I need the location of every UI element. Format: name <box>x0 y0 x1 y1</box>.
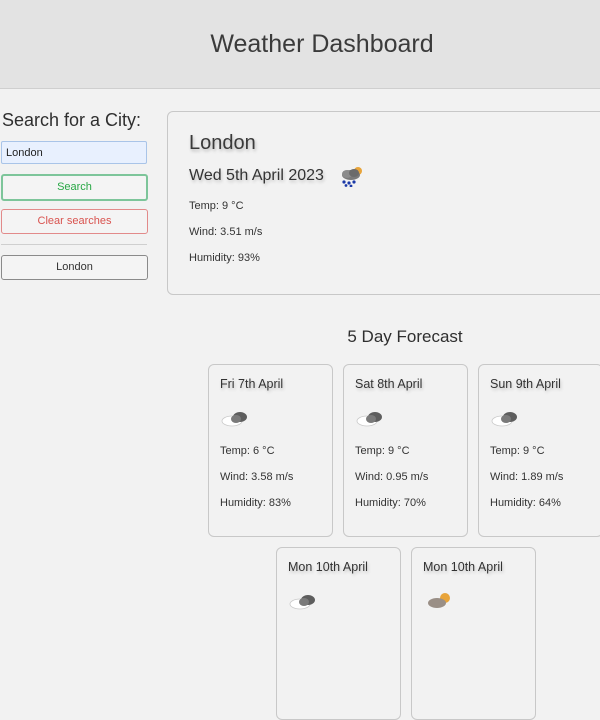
current-wind: Wind: 3.51 m/s <box>189 226 263 238</box>
sun-cloud-icon <box>428 593 450 608</box>
cloud-icon <box>289 595 315 610</box>
search-button[interactable]: Search <box>1 174 148 201</box>
forecast-card: Sun 9th April Temp: 9 °C Wind: 1.89 m/s … <box>478 364 600 537</box>
city-search-input[interactable] <box>1 141 147 164</box>
forecast-date: Sat 8th April <box>355 377 423 391</box>
clear-searches-button[interactable]: Clear searches <box>1 209 148 234</box>
forecast-temp: Temp: 6 °C <box>220 445 275 457</box>
forecast-humidity: Humidity: 70% <box>355 497 426 509</box>
forecast-humidity: Humidity: 64% <box>490 497 561 509</box>
page-title: Weather Dashboard <box>210 29 434 58</box>
forecast-temp: Temp: 9 °C <box>490 445 545 457</box>
current-weather-card: London Wed 5th April 2023 Temp: 9 °C Win… <box>167 111 600 295</box>
forecast-wind: Wind: 0.95 m/s <box>355 471 429 483</box>
cloud-icon <box>221 412 247 427</box>
current-date: Wed 5th April 2023 <box>189 167 324 184</box>
page-header: Weather Dashboard <box>0 0 600 89</box>
current-date-row: Wed 5th April 2023 <box>189 165 591 187</box>
forecast-card: Mon 10th April <box>411 547 536 720</box>
current-temp: Temp: 9 °C <box>189 200 244 212</box>
forecast-card: Sat 8th April Temp: 9 °C Wind: 0.95 m/s … <box>343 364 468 537</box>
forecast-card: Mon 10th April <box>276 547 401 720</box>
forecast-title: 5 Day Forecast <box>347 327 463 346</box>
cloud-icon <box>491 412 517 427</box>
forecast-wind: Wind: 3.58 m/s <box>220 471 294 483</box>
divider <box>1 244 147 245</box>
forecast-date: Sun 9th April <box>490 377 561 391</box>
forecast-date: Fri 7th April <box>220 377 284 391</box>
forecast-date: Mon 10th April <box>423 560 503 574</box>
history-button-london[interactable]: London <box>1 255 148 280</box>
current-city-name: London <box>189 132 256 154</box>
forecast-temp: Temp: 9 °C <box>355 445 410 457</box>
search-heading: Search for a City: <box>2 110 142 130</box>
forecast-card: Fri 7th April Temp: 6 °C Wind: 3.58 m/s … <box>208 364 333 537</box>
forecast-wind: Wind: 1.89 m/s <box>490 471 564 483</box>
cloud-icon <box>356 412 382 427</box>
current-humidity: Humidity: 93% <box>189 252 260 264</box>
forecast-humidity: Humidity: 83% <box>220 497 291 509</box>
forecast-date: Mon 10th April <box>288 560 368 574</box>
search-panel: Search for a City: Search Clear searches… <box>0 110 148 280</box>
rain-cloud-icon <box>341 167 362 187</box>
